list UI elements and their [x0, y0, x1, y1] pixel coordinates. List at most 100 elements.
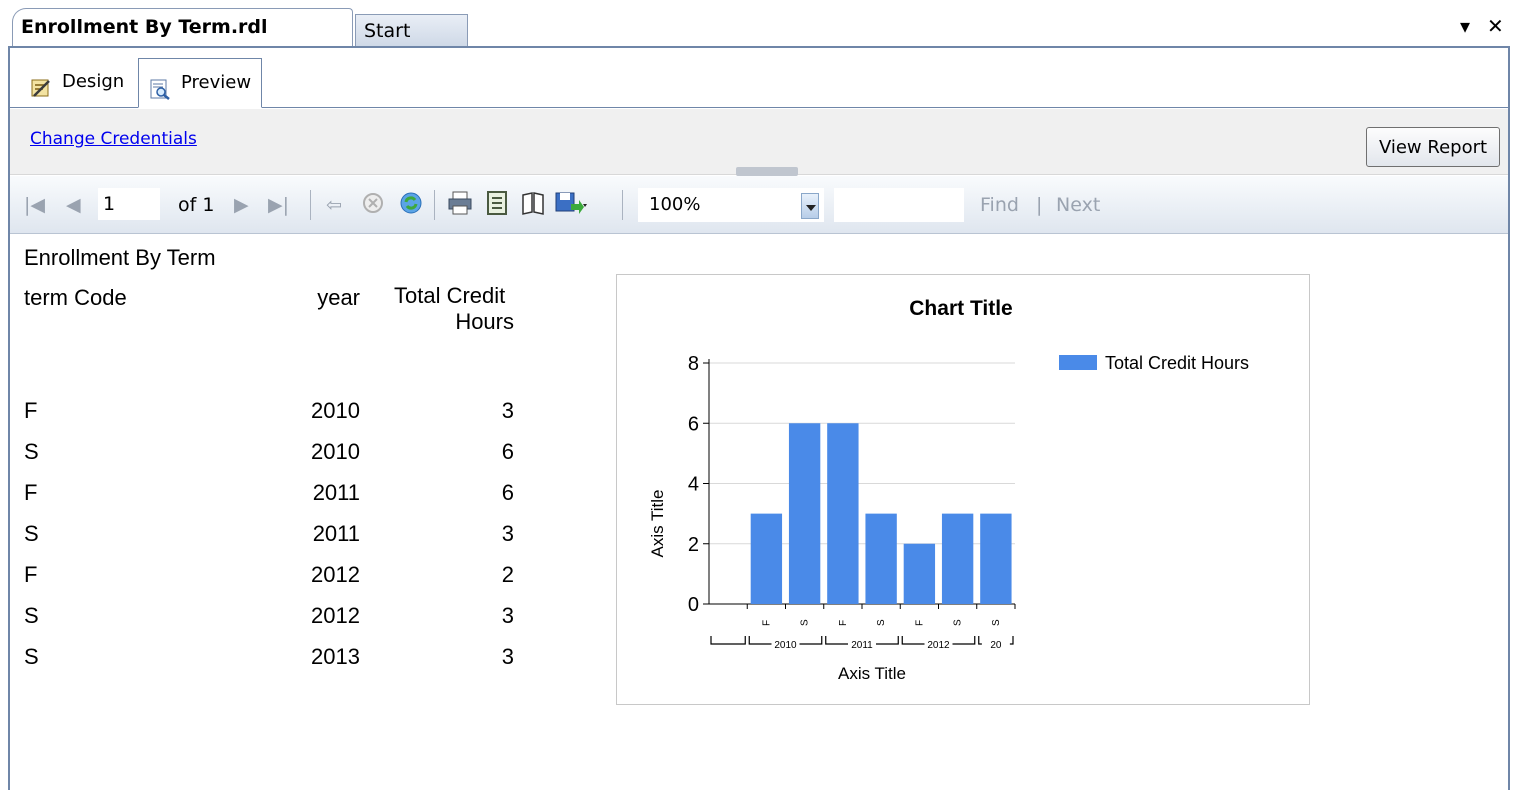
preview-icon — [149, 72, 171, 100]
report-toolbar: |◀ ◀ 1 of 1 ▶ ▶| ⇦ 100% Find | Next — [10, 176, 1508, 234]
x-tick-label: S — [953, 619, 964, 626]
toolbar-separator — [622, 190, 623, 220]
design-icon — [30, 71, 52, 97]
cell-hours: 6 — [501, 439, 514, 464]
y-tick-label: 0 — [688, 594, 699, 616]
column-header-hours-line2: Hours — [455, 309, 514, 334]
cell-hours: 6 — [501, 480, 514, 505]
cell-hours: 2 — [501, 562, 514, 587]
x-tick-label: S — [991, 619, 1002, 626]
find-next-button[interactable]: Next — [1056, 194, 1100, 216]
chevron-down-icon[interactable] — [801, 193, 819, 219]
x-tick-label: F — [914, 620, 925, 626]
tab-dropdown-icon[interactable]: ▾ — [1460, 14, 1470, 38]
cell-term: S — [24, 603, 39, 628]
cell-hours: 3 — [501, 521, 514, 546]
x-tick-label: S — [876, 619, 887, 626]
y-axis-title: Axis Title — [648, 489, 667, 557]
chart-bar — [750, 513, 783, 604]
table-row: F 2011 6 — [10, 480, 530, 520]
cell-year: 2011 — [312, 480, 360, 505]
chart-bar — [865, 513, 897, 604]
tab-preview[interactable]: Preview — [138, 58, 263, 108]
cell-term: F — [24, 398, 38, 423]
chart-svg: Chart Title 0 2 4 6 8 F S F S F S S 2010 2011 2012 20 Axi… — [648, 297, 1249, 683]
report-canvas: Enrollment By Term term Code year Total … — [10, 235, 1508, 790]
tab-enrollment-design[interactable]: Enrollment By Term.rdl [Design] — [12, 8, 353, 74]
collapse-parameters-handle[interactable] — [736, 167, 798, 180]
export-icon[interactable] — [554, 190, 587, 216]
tab-design[interactable]: Design — [20, 58, 134, 106]
table-row: S 2012 3 — [10, 603, 530, 643]
chart: Chart Title 0 2 4 6 8 F S F S F S S 2010 2011 2012 20 Axi… — [616, 274, 1310, 705]
report-title: Enrollment By Term — [24, 245, 216, 270]
column-header-year: year — [317, 285, 360, 310]
change-credentials-link[interactable]: Change Credentials — [30, 129, 197, 149]
page-setup-icon[interactable] — [520, 190, 546, 216]
cell-year: 2011 — [312, 521, 360, 546]
chart-bar — [903, 543, 936, 604]
x-tick-label: F — [838, 620, 849, 626]
chart-bar — [941, 513, 974, 604]
last-page-icon[interactable]: ▶| — [268, 194, 289, 216]
page-count-label: of 1 — [178, 194, 215, 216]
chart-bar — [980, 513, 1012, 604]
first-page-icon[interactable]: |◀ — [24, 194, 45, 216]
toolbar-separator — [310, 190, 311, 220]
cell-year: 2012 — [311, 562, 360, 587]
toolbar-separator — [434, 190, 435, 220]
column-header-hours-line1: Total Credit — [394, 283, 506, 308]
chart-bar — [827, 423, 859, 604]
tab-design-label: Design — [62, 71, 125, 92]
legend-swatch — [1059, 355, 1097, 370]
find-button[interactable]: Find — [980, 194, 1019, 216]
view-tab-strip: Design Preview — [10, 48, 1508, 108]
cell-term: F — [24, 562, 38, 587]
y-tick-label: 2 — [688, 534, 699, 556]
cell-hours: 3 — [501, 398, 514, 423]
x-tick-label: S — [800, 619, 811, 626]
zoom-value: 100% — [649, 194, 701, 215]
group-bracket — [710, 636, 746, 645]
report-designer-frame: Design Preview Change Credentials View R… — [8, 46, 1510, 790]
refresh-icon[interactable] — [398, 190, 424, 216]
y-tick-label: 6 — [688, 413, 699, 435]
cell-year: 2012 — [311, 603, 360, 628]
next-page-icon[interactable]: ▶ — [234, 194, 249, 216]
zoom-select[interactable]: 100% — [638, 188, 824, 222]
close-icon[interactable]: ✕ — [1487, 14, 1504, 38]
find-separator: | — [1036, 194, 1043, 216]
tab-start-page[interactable]: Start Page — [355, 14, 468, 74]
print-layout-icon[interactable] — [484, 190, 510, 216]
print-icon[interactable] — [446, 190, 472, 216]
column-header-term: term Code — [24, 285, 127, 310]
cell-hours: 3 — [501, 603, 514, 628]
cell-term: S — [24, 521, 39, 546]
column-header-hours: Total Credit Hours — [394, 283, 514, 335]
group-label: 20 — [990, 640, 1002, 651]
table-row: F 2012 2 — [10, 562, 530, 602]
view-report-button[interactable]: View Report — [1366, 127, 1500, 167]
y-tick-label: 4 — [688, 474, 699, 496]
group-label: 2011 — [851, 640, 873, 651]
x-axis-title: Axis Title — [838, 664, 906, 683]
chart-bar — [788, 423, 821, 604]
back-icon[interactable]: ⇦ — [326, 194, 342, 216]
table-row: S 2013 3 — [10, 644, 530, 684]
cell-year: 2010 — [311, 439, 360, 464]
previous-page-icon[interactable]: ◀ — [66, 194, 81, 216]
group-label: 2012 — [927, 640, 950, 651]
table-row: F 2010 3 — [10, 398, 530, 438]
cell-term: F — [24, 480, 38, 505]
cell-term: S — [24, 644, 39, 669]
cell-hours: 3 — [501, 644, 514, 669]
stop-icon[interactable] — [360, 190, 386, 216]
legend-label: Total Credit Hours — [1105, 353, 1249, 373]
page-number-input[interactable]: 1 — [98, 188, 160, 220]
tab-preview-label: Preview — [181, 72, 252, 93]
table-row: S 2011 3 — [10, 521, 530, 561]
chart-title: Chart Title — [909, 297, 1012, 320]
document-tab-strip: Enrollment By Term.rdl [Design] Start Pa… — [0, 0, 1514, 74]
table-row: S 2010 6 — [10, 439, 530, 479]
find-input[interactable] — [834, 188, 964, 222]
